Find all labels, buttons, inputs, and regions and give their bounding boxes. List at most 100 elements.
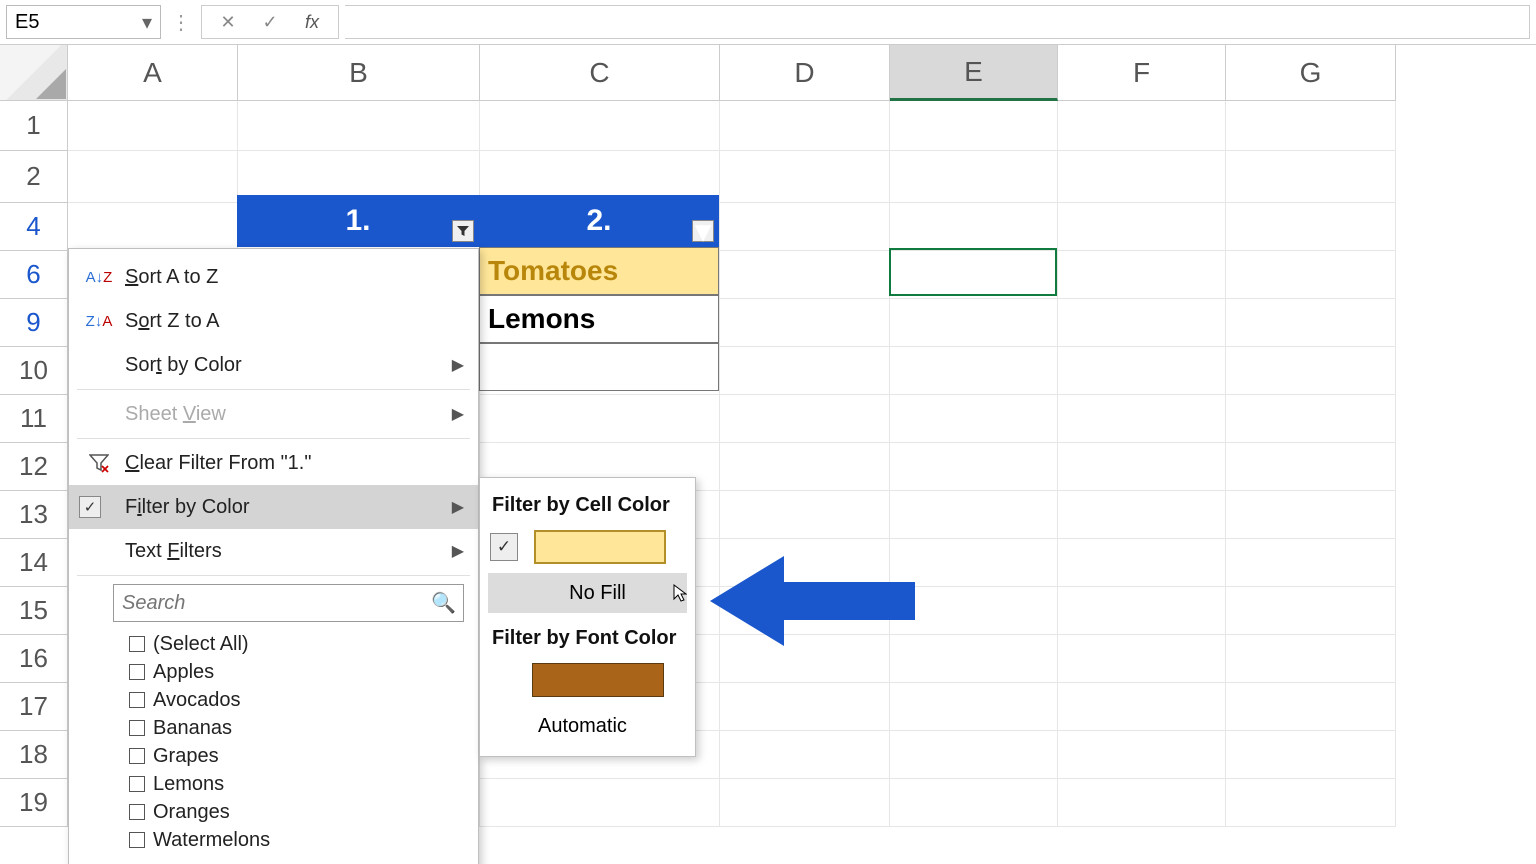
filter-check-item[interactable]: Apples <box>129 658 464 686</box>
grid-cell[interactable] <box>720 443 890 491</box>
grid-cell[interactable] <box>1226 299 1396 347</box>
column-header-C[interactable]: C <box>480 45 720 101</box>
grid-cell[interactable] <box>68 151 238 203</box>
filter-check-item[interactable]: Watermelons <box>129 826 464 854</box>
column-header-D[interactable]: D <box>720 45 890 101</box>
grid-cell[interactable] <box>890 395 1058 443</box>
row-header-14[interactable]: 14 <box>0 539 68 587</box>
grid-cell[interactable] <box>1058 151 1226 203</box>
row-header-17[interactable]: 17 <box>0 683 68 731</box>
grid-cell[interactable] <box>238 101 480 151</box>
grid-cell[interactable] <box>720 395 890 443</box>
grid-cell[interactable] <box>890 151 1058 203</box>
grid-cell[interactable] <box>890 299 1058 347</box>
filter-check-item[interactable]: Bananas <box>129 714 464 742</box>
row-header-13[interactable]: 13 <box>0 491 68 539</box>
grid-cell[interactable] <box>890 101 1058 151</box>
row-header-12[interactable]: 12 <box>0 443 68 491</box>
grid-cell[interactable] <box>480 395 720 443</box>
grid-cell[interactable] <box>1058 395 1226 443</box>
grid-cell[interactable] <box>890 347 1058 395</box>
grid-cell[interactable] <box>1226 491 1396 539</box>
table-cell[interactable] <box>479 343 719 391</box>
grid-cell[interactable] <box>1058 299 1226 347</box>
row-header-4[interactable]: 4 <box>0 203 68 251</box>
row-header-9[interactable]: 9 <box>0 299 68 347</box>
grid-cell[interactable] <box>480 101 720 151</box>
column-header-B[interactable]: B <box>238 45 480 101</box>
grid-cell[interactable] <box>890 491 1058 539</box>
grid-cell[interactable] <box>1058 635 1226 683</box>
no-fill-option[interactable]: No Fill <box>488 573 687 613</box>
row-header-19[interactable]: 19 <box>0 779 68 827</box>
filter-by-color[interactable]: ✓ Filter by Color ▶ <box>69 485 478 529</box>
row-header-18[interactable]: 18 <box>0 731 68 779</box>
grid-cell[interactable] <box>1226 587 1396 635</box>
column-header-G[interactable]: G <box>1226 45 1396 101</box>
row-header-16[interactable]: 16 <box>0 635 68 683</box>
grid-cell[interactable] <box>720 251 890 299</box>
row-header-15[interactable]: 15 <box>0 587 68 635</box>
grid-cell[interactable] <box>890 203 1058 251</box>
grid-cell[interactable] <box>1058 251 1226 299</box>
grid-cell[interactable] <box>1058 443 1226 491</box>
grid-cell[interactable] <box>1058 491 1226 539</box>
sort-a-to-z[interactable]: A↓Z Sort A to Z <box>69 255 478 299</box>
grid-cell[interactable] <box>1058 683 1226 731</box>
filter-search-input[interactable] <box>113 584 464 622</box>
accept-formula-button[interactable]: ✓ <box>250 8 290 36</box>
grid-cell[interactable] <box>720 731 890 779</box>
formula-bar-expand-icon[interactable]: ⋮ <box>167 10 195 35</box>
table-cell[interactable]: Lemons <box>479 295 719 343</box>
grid-cell[interactable] <box>1226 539 1396 587</box>
filter-dropdown-button[interactable]: ▾ <box>692 220 714 242</box>
filter-check-item[interactable]: Grapes <box>129 742 464 770</box>
grid-cell[interactable] <box>1058 347 1226 395</box>
grid-cell[interactable] <box>1226 779 1396 827</box>
name-box-dropdown-icon[interactable]: ▾ <box>138 13 156 31</box>
cell-color-option[interactable]: ✓ <box>488 527 687 567</box>
grid-cell[interactable] <box>720 299 890 347</box>
grid-cell[interactable] <box>890 779 1058 827</box>
row-header-1[interactable]: 1 <box>0 101 68 151</box>
cancel-formula-button[interactable]: ✕ <box>208 8 248 36</box>
select-all-corner[interactable] <box>0 45 68 101</box>
column-header-F[interactable]: F <box>1058 45 1226 101</box>
grid-cell[interactable] <box>890 731 1058 779</box>
grid-cell[interactable] <box>1226 443 1396 491</box>
grid-cell[interactable] <box>720 347 890 395</box>
text-filters[interactable]: Text Filters ▶ <box>69 529 478 573</box>
grid-cell[interactable] <box>1226 203 1396 251</box>
filter-check-item[interactable]: Oranges <box>129 798 464 826</box>
grid-cell[interactable] <box>890 587 1058 635</box>
grid-cell[interactable] <box>720 779 890 827</box>
grid-cell[interactable] <box>720 151 890 203</box>
grid-cell[interactable] <box>1058 587 1226 635</box>
sort-z-to-a[interactable]: Z↓A Sort Z to A <box>69 299 478 343</box>
automatic-option[interactable]: Automatic <box>488 706 687 746</box>
row-header-10[interactable]: 10 <box>0 347 68 395</box>
grid-cell[interactable] <box>1058 779 1226 827</box>
grid-cell[interactable] <box>1226 395 1396 443</box>
filter-check-item[interactable]: Avocados <box>129 686 464 714</box>
grid-cell[interactable] <box>1058 539 1226 587</box>
row-header-6[interactable]: 6 <box>0 251 68 299</box>
grid-cell[interactable] <box>1226 635 1396 683</box>
grid-cell[interactable] <box>480 779 720 827</box>
column-header-E[interactable]: E <box>890 45 1058 101</box>
grid-cell[interactable] <box>890 443 1058 491</box>
grid-cell[interactable] <box>720 491 890 539</box>
grid-cell[interactable] <box>890 635 1058 683</box>
row-header-11[interactable]: 11 <box>0 395 68 443</box>
filter-check-item[interactable]: (Select All) <box>129 630 464 658</box>
formula-input[interactable] <box>345 5 1530 39</box>
filter-check-item[interactable]: Lemons <box>129 770 464 798</box>
clear-filter[interactable]: Clear Filter From "1." <box>69 441 478 485</box>
grid-cell[interactable] <box>1226 101 1396 151</box>
row-header-2[interactable]: 2 <box>0 151 68 203</box>
grid-cell[interactable] <box>1226 251 1396 299</box>
name-box[interactable]: E5 ▾ <box>6 5 161 39</box>
filter-dropdown-button[interactable] <box>452 220 474 242</box>
grid-cell[interactable] <box>890 251 1058 299</box>
grid-cell[interactable] <box>890 539 1058 587</box>
